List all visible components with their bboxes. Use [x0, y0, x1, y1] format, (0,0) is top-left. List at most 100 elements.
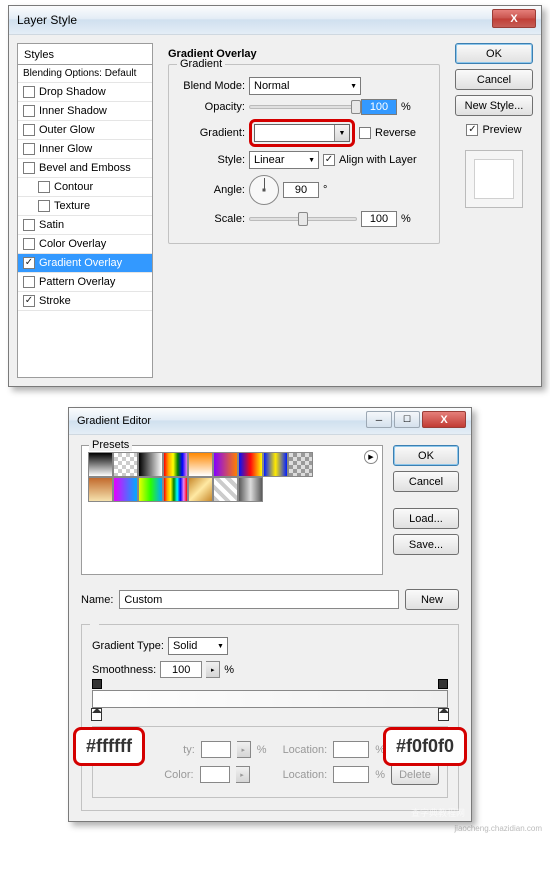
ok-button[interactable]: OK	[393, 445, 459, 466]
preset-swatch[interactable]	[213, 452, 238, 477]
color-stop-right[interactable]	[438, 708, 449, 721]
style-checkbox[interactable]	[23, 105, 35, 117]
preset-swatch[interactable]	[238, 452, 263, 477]
annotation-hex-right: #f0f0f0	[383, 727, 467, 766]
percent-label: %	[224, 664, 234, 676]
preview-swatch	[465, 150, 523, 208]
preview-checkbox[interactable]	[466, 124, 478, 136]
preset-swatch[interactable]	[213, 477, 238, 502]
style-checkbox[interactable]	[23, 143, 35, 155]
preview-label: Preview	[482, 124, 521, 136]
preset-swatch[interactable]	[138, 452, 163, 477]
color-stop-left[interactable]	[91, 708, 102, 721]
preset-swatch[interactable]	[263, 452, 288, 477]
style-item[interactable]: Stroke	[18, 292, 152, 311]
chevron-down-icon[interactable]: ▼	[334, 125, 349, 141]
cancel-button[interactable]: Cancel	[393, 471, 459, 492]
preset-swatch[interactable]	[163, 452, 188, 477]
minimize-button[interactable]: ─	[366, 411, 392, 428]
style-checkbox[interactable]	[23, 257, 35, 269]
style-label: Outer Glow	[39, 124, 95, 136]
gradient-picker[interactable]: ▼	[254, 124, 350, 142]
layer-style-dialog: Layer Style X Styles Blending Options: D…	[8, 5, 542, 387]
style-label: Bevel and Emboss	[39, 162, 131, 174]
stop-color	[200, 766, 230, 783]
style-item[interactable]: Texture	[18, 197, 152, 216]
angle-value[interactable]: 90	[283, 182, 319, 198]
preset-swatch[interactable]	[238, 477, 263, 502]
styles-header[interactable]: Styles	[18, 46, 152, 65]
stop-opacity	[201, 741, 231, 758]
preset-swatch[interactable]	[88, 477, 113, 502]
percent-label: %	[401, 101, 411, 113]
opacity-slider[interactable]	[249, 105, 357, 109]
smoothness-value[interactable]: 100	[160, 661, 202, 678]
chevron-right-icon[interactable]: ▸	[206, 661, 220, 678]
style-item[interactable]: Drop Shadow	[18, 83, 152, 102]
preset-swatch[interactable]	[288, 452, 313, 477]
dialog-title: Gradient Editor	[77, 415, 151, 427]
gradient-type-dropdown[interactable]: Solid	[168, 637, 228, 655]
new-style-button[interactable]: New Style...	[455, 95, 533, 116]
style-checkbox[interactable]	[23, 86, 35, 98]
style-item[interactable]: Inner Shadow	[18, 102, 152, 121]
presets-menu-icon[interactable]: ▶	[364, 450, 378, 464]
titlebar[interactable]: Gradient Editor ─ ☐ X	[69, 408, 471, 435]
scale-slider[interactable]	[249, 217, 357, 221]
preset-swatch[interactable]	[88, 452, 113, 477]
preset-swatch[interactable]	[163, 477, 188, 502]
stop-location	[333, 741, 369, 758]
close-button[interactable]: X	[492, 9, 536, 28]
preset-swatch[interactable]	[188, 477, 213, 502]
new-button[interactable]: New	[405, 589, 459, 610]
maximize-button[interactable]: ☐	[394, 411, 420, 428]
style-dropdown[interactable]: Linear	[249, 151, 319, 169]
gradient-bar[interactable]	[92, 690, 448, 708]
style-item[interactable]: Pattern Overlay	[18, 273, 152, 292]
ok-button[interactable]: OK	[455, 43, 533, 64]
align-checkbox[interactable]	[323, 154, 335, 166]
style-item[interactable]: Outer Glow	[18, 121, 152, 140]
save-button[interactable]: Save...	[393, 534, 459, 555]
blend-mode-dropdown[interactable]: Normal	[249, 77, 361, 95]
opacity-label: Opacity:	[179, 101, 245, 113]
angle-label: Angle:	[179, 184, 245, 196]
opacity-stop-right[interactable]	[438, 679, 448, 689]
style-checkbox[interactable]	[23, 124, 35, 136]
style-item[interactable]: Inner Glow	[18, 140, 152, 159]
preset-swatch[interactable]	[113, 452, 138, 477]
style-label: Drop Shadow	[39, 86, 106, 98]
preset-swatch[interactable]	[188, 452, 213, 477]
preset-swatch[interactable]	[138, 477, 163, 502]
style-checkbox[interactable]	[23, 276, 35, 288]
reverse-checkbox[interactable]	[359, 127, 371, 139]
blending-options[interactable]: Blending Options: Default	[18, 65, 152, 83]
opacity-value[interactable]: 100	[361, 99, 397, 115]
button-column: OK Cancel Load... Save...	[393, 445, 459, 575]
scale-label: Scale:	[179, 213, 245, 225]
style-checkbox[interactable]	[23, 162, 35, 174]
scale-value[interactable]: 100	[361, 211, 397, 227]
close-button[interactable]: X	[422, 411, 466, 428]
name-input[interactable]	[119, 590, 399, 609]
load-button[interactable]: Load...	[393, 508, 459, 529]
chevron-right-icon: ▸	[237, 741, 251, 758]
style-checkbox[interactable]	[38, 181, 50, 193]
style-item[interactable]: Gradient Overlay	[18, 254, 152, 273]
titlebar[interactable]: Layer Style X	[9, 6, 541, 35]
angle-dial[interactable]	[249, 175, 279, 205]
style-label: Pattern Overlay	[39, 276, 115, 288]
style-checkbox[interactable]	[23, 295, 35, 307]
preset-swatch[interactable]	[113, 477, 138, 502]
style-checkbox[interactable]	[38, 200, 50, 212]
style-checkbox[interactable]	[23, 238, 35, 250]
style-item[interactable]: Satin	[18, 216, 152, 235]
opacity-stop-left[interactable]	[92, 679, 102, 689]
style-item[interactable]: Color Overlay	[18, 235, 152, 254]
style-item[interactable]: Contour	[18, 178, 152, 197]
cancel-button[interactable]: Cancel	[455, 69, 533, 90]
style-item[interactable]: Bevel and Emboss	[18, 159, 152, 178]
annotation-hex-left: #ffffff	[73, 727, 145, 766]
smoothness-label: Smoothness:	[92, 664, 156, 676]
style-checkbox[interactable]	[23, 219, 35, 231]
